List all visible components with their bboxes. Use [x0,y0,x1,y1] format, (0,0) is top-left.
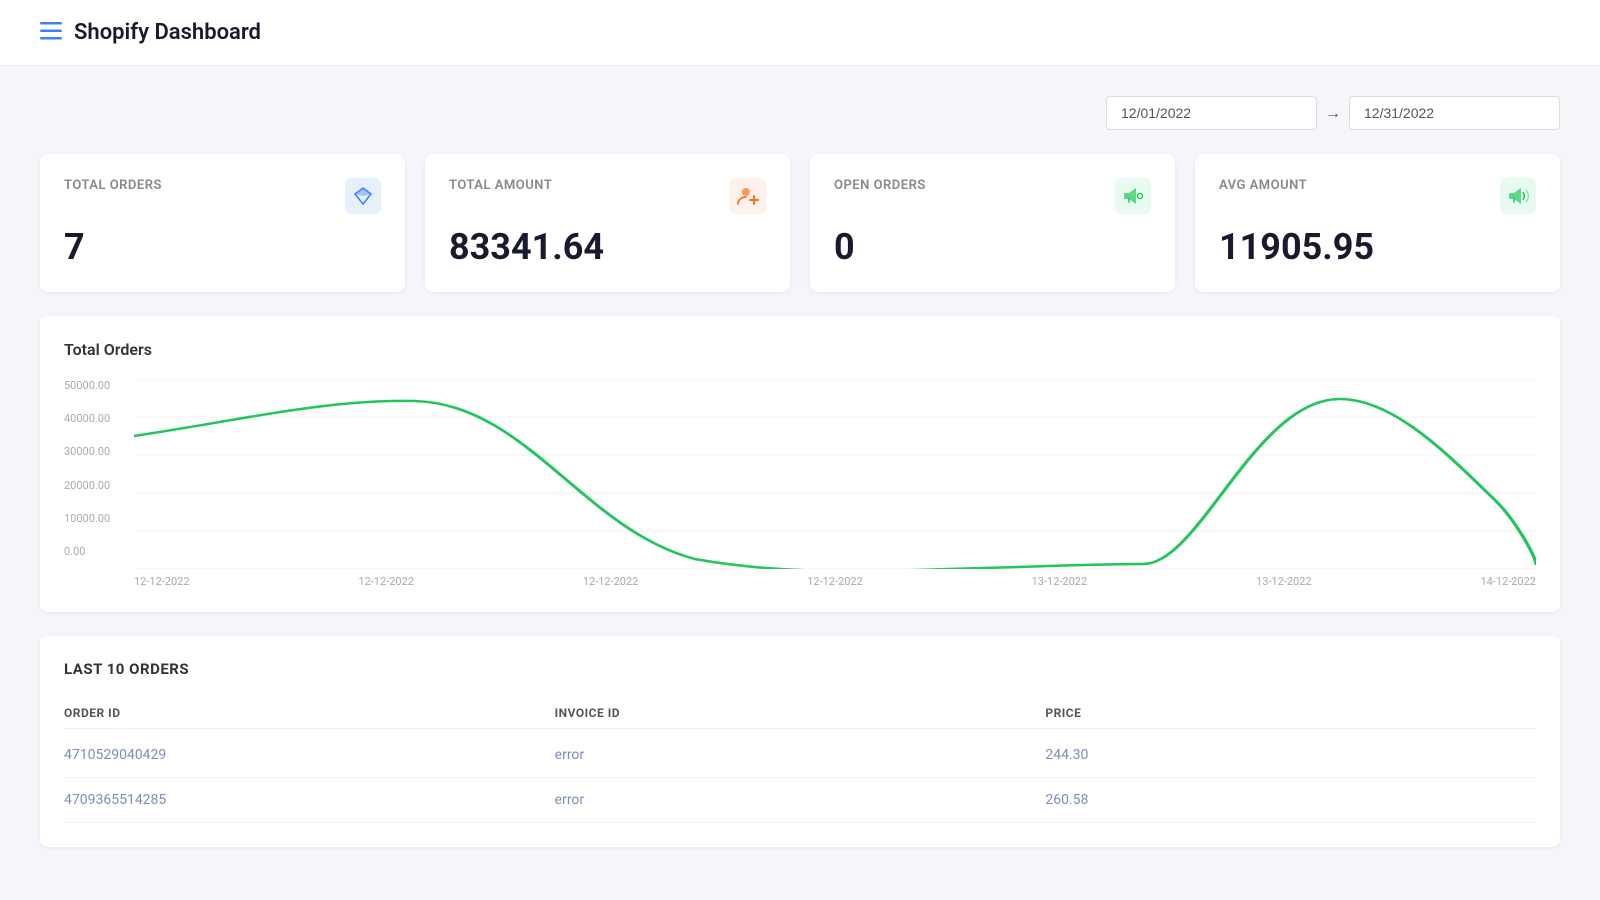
chart-title: Total Orders [64,340,1536,359]
start-date-input[interactable] [1106,96,1317,130]
invoice-id-1: error [555,792,1046,808]
stat-card-open-orders: OPEN ORDERS 0 [810,154,1175,292]
stat-label-open-orders: OPEN ORDERS [834,178,926,193]
stat-label-avg-amount: AVG AMOUNT [1219,178,1307,193]
main-content: → TOTAL ORDERS 7 TOTAL AMOUNT [0,66,1600,877]
table-row: 4709365514285 error 260.58 [64,778,1536,823]
col-header-price: PRICE [1045,706,1536,720]
page-title: Shopify Dashboard [74,20,261,45]
stat-value-total-amount: 83341.64 [449,226,766,268]
y-label-10000: 10000.00 [64,512,126,525]
y-label-40000: 40000.00 [64,412,126,425]
x-label-6: 14-12-2022 [1480,575,1536,588]
stat-card-total-amount: TOTAL AMOUNT 83341.64 [425,154,790,292]
chart-card: Total Orders 50000.00 40000.00 30000.00 … [40,316,1560,612]
stat-value-open-orders: 0 [834,226,1151,268]
megaphone-icon [1115,178,1151,214]
menu-icon[interactable] [40,21,62,45]
end-date-input[interactable] [1349,96,1560,130]
x-label-5: 13-12-2022 [1256,575,1312,588]
y-label-20000: 20000.00 [64,479,126,492]
price-1: 260.58 [1045,792,1536,808]
price-0: 244.30 [1045,747,1536,763]
stat-label-total-amount: TOTAL AMOUNT [449,178,552,193]
stat-card-total-orders: TOTAL ORDERS 7 [40,154,405,292]
y-label-0: 0.00 [64,545,126,558]
y-label-30000: 30000.00 [64,445,126,458]
diamond-icon [345,178,381,214]
stat-header-total-amount: TOTAL AMOUNT [449,178,766,214]
date-filter: → [40,96,1560,130]
stats-grid: TOTAL ORDERS 7 TOTAL AMOUNT [40,154,1560,292]
order-id-1: 4709365514285 [64,792,555,808]
col-header-invoice-id: INVOICE ID [555,706,1046,720]
chart-svg [134,379,1536,569]
table-header: ORDER ID INVOICE ID PRICE [64,698,1536,729]
stat-value-avg-amount: 11905.95 [1219,226,1536,268]
user-add-icon [730,178,766,214]
orders-card: LAST 10 ORDERS ORDER ID INVOICE ID PRICE… [40,636,1560,847]
invoice-id-0: error [555,747,1046,763]
x-label-1: 12-12-2022 [358,575,414,588]
y-label-50000: 50000.00 [64,379,126,392]
stat-card-avg-amount: AVG AMOUNT 11905.95 [1195,154,1560,292]
app-header: Shopify Dashboard [0,0,1600,66]
order-id-0: 4710529040429 [64,747,555,763]
stat-header-avg-amount: AVG AMOUNT [1219,178,1536,214]
x-label-4: 13-12-2022 [1032,575,1088,588]
table-row: 4710529040429 error 244.30 [64,733,1536,778]
stat-value-total-orders: 7 [64,226,381,268]
x-label-3: 12-12-2022 [807,575,863,588]
x-label-0: 12-12-2022 [134,575,190,588]
x-axis: 12-12-2022 12-12-2022 12-12-2022 12-12-2… [134,575,1536,588]
x-label-2: 12-12-2022 [583,575,639,588]
chart-area: 12-12-2022 12-12-2022 12-12-2022 12-12-2… [134,379,1536,588]
orders-table-title: LAST 10 ORDERS [64,660,1536,678]
speaker-icon [1500,178,1536,214]
y-axis: 50000.00 40000.00 30000.00 20000.00 1000… [64,379,134,588]
col-header-order-id: ORDER ID [64,706,555,720]
date-arrow-icon: → [1325,103,1341,123]
stat-label-total-orders: TOTAL ORDERS [64,178,162,193]
stat-header-total-orders: TOTAL ORDERS [64,178,381,214]
stat-header-open-orders: OPEN ORDERS [834,178,1151,214]
